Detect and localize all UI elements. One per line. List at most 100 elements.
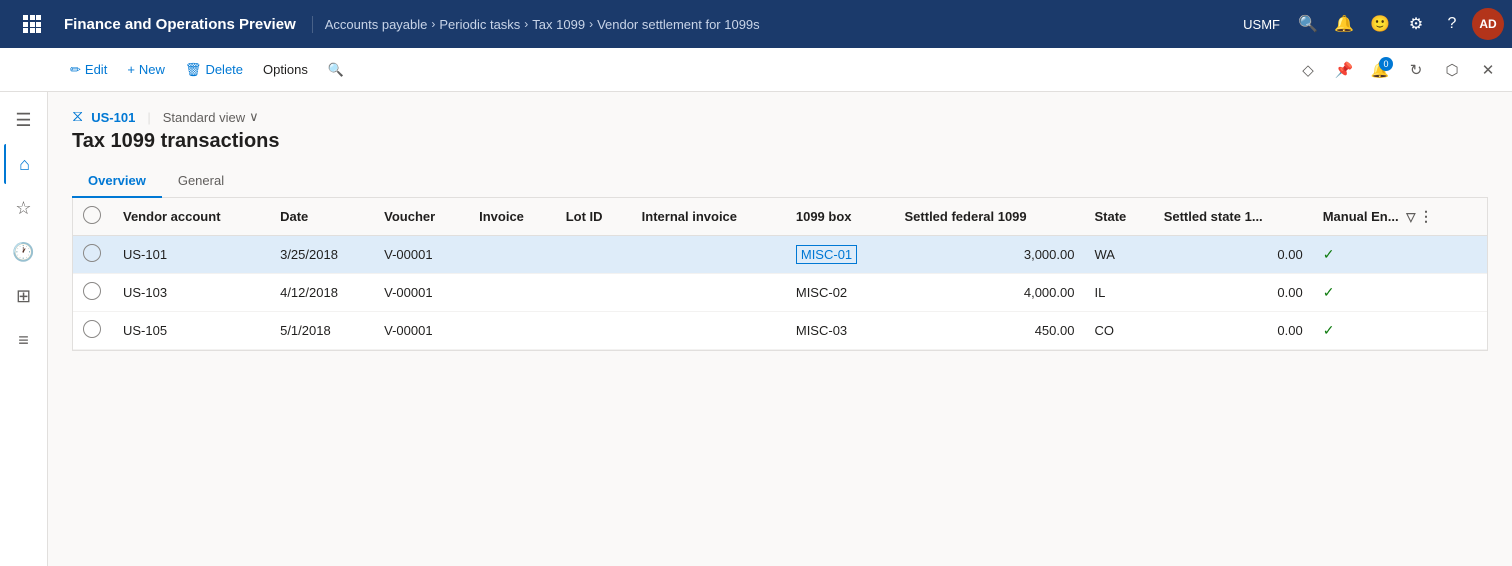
user-avatar[interactable]: AD: [1472, 8, 1504, 40]
header-divider: |: [147, 110, 150, 125]
settled-state-cell: 0.00: [1154, 236, 1313, 274]
sidebar-modules-icon[interactable]: ≡: [4, 320, 44, 360]
action-bar-right: ◇ 📌 🔔 0 ↻ ⬡ ✕: [1292, 54, 1504, 86]
row-select-checkbox[interactable]: [83, 282, 101, 300]
manual-en-cell: ✓: [1313, 236, 1487, 274]
state-cell: IL: [1084, 274, 1153, 312]
breadcrumb-accounts-payable[interactable]: Accounts payable: [325, 17, 428, 32]
row-select-checkbox[interactable]: [83, 320, 101, 338]
top-bar-right-icons: USMF 🔍 🔔 🙂 ⚙ ? AD: [1243, 8, 1504, 40]
row-select-checkbox[interactable]: [83, 244, 101, 262]
filter-icon[interactable]: ⧖: [72, 108, 83, 126]
bookmark-icon[interactable]: 📌: [1328, 54, 1360, 86]
company-label: USMF: [1243, 17, 1280, 32]
row-checkbox-cell: [73, 312, 113, 350]
settings-icon[interactable]: ⚙: [1400, 8, 1432, 40]
manual-en-cell: ✓: [1313, 274, 1487, 312]
table-row[interactable]: US-103 4/12/2018 V-00001 MISC-02 4,000.0…: [73, 274, 1487, 312]
view-selector[interactable]: Standard view ∨: [163, 109, 259, 125]
col-settled-federal: Settled federal 1099: [895, 198, 1085, 236]
help-icon[interactable]: ?: [1436, 8, 1468, 40]
col-checkbox: [73, 198, 113, 236]
col-1099-box: 1099 box: [786, 198, 895, 236]
new-icon: +: [127, 62, 135, 77]
table-row[interactable]: US-105 5/1/2018 V-00001 MISC-03 450.00 C…: [73, 312, 1487, 350]
voucher-cell: V-00001: [374, 274, 469, 312]
sidebar-nav-toggle[interactable]: ☰: [4, 100, 44, 140]
box-1099-cell: MISC-01: [786, 236, 895, 274]
check-mark-icon: ✓: [1323, 284, 1335, 300]
sidebar-workspaces-icon[interactable]: ⊞: [4, 276, 44, 316]
vendor-account-cell: US-105: [113, 312, 270, 350]
breadcrumb-sep-3: ›: [589, 17, 593, 31]
options-button[interactable]: Options: [253, 56, 318, 83]
main-layout: ☰ ⌂ ☆ 🕐 ⊞ ≡ ⧖ US-101 | Standard view ∨ T…: [0, 92, 1512, 566]
lot-id-cell: [556, 274, 632, 312]
col-filter-icon[interactable]: ▽: [1406, 210, 1415, 224]
delete-icon: 🗑: [185, 62, 202, 78]
breadcrumb-tax-1099[interactable]: Tax 1099: [532, 17, 585, 32]
date-cell: 4/12/2018: [270, 274, 374, 312]
sidebar-home-icon[interactable]: ⌂: [4, 144, 44, 184]
tab-overview[interactable]: Overview: [72, 165, 162, 198]
breadcrumb-periodic-tasks[interactable]: Periodic tasks: [439, 17, 520, 32]
page-title: Tax 1099 transactions: [72, 130, 1488, 153]
sidebar-recent-icon[interactable]: 🕐: [4, 232, 44, 272]
internal-invoice-cell: [632, 312, 786, 350]
delete-button[interactable]: 🗑 Delete: [175, 56, 253, 84]
lot-id-cell: [556, 236, 632, 274]
col-settled-state: Settled state 1...: [1154, 198, 1313, 236]
edit-label: Edit: [85, 62, 107, 77]
edit-button[interactable]: ✏ Edit: [60, 56, 117, 84]
col-lot-id: Lot ID: [556, 198, 632, 236]
box-1099-value: MISC-03: [796, 323, 847, 338]
vendor-account-cell: US-101: [113, 236, 270, 274]
top-navigation-bar: Finance and Operations Preview Accounts …: [0, 0, 1512, 48]
view-selector-chevron: ∨: [249, 109, 259, 125]
box-1099-link[interactable]: MISC-01: [796, 245, 857, 264]
content-area: ⧖ US-101 | Standard view ∨ Tax 1099 tran…: [48, 92, 1512, 566]
tab-general[interactable]: General: [162, 165, 240, 198]
breadcrumb: Accounts payable › Periodic tasks › Tax …: [325, 17, 1243, 32]
search-button[interactable]: 🔍: [318, 56, 354, 84]
view-selector-label: Standard view: [163, 110, 245, 125]
table-row[interactable]: US-101 3/25/2018 V-00001 MISC-01 3,000.0…: [73, 236, 1487, 274]
col-internal-invoice: Internal invoice: [632, 198, 786, 236]
state-cell: CO: [1084, 312, 1153, 350]
check-mark-icon: ✓: [1323, 246, 1335, 262]
box-1099-cell: MISC-03: [786, 312, 895, 350]
col-date: Date: [270, 198, 374, 236]
sidebar: ☰ ⌂ ☆ 🕐 ⊞ ≡: [0, 92, 48, 566]
app-title: Finance and Operations Preview: [56, 16, 313, 33]
alerts-icon[interactable]: 🔔 0: [1364, 54, 1396, 86]
breadcrumb-current: Vendor settlement for 1099s: [597, 17, 760, 32]
col-vendor-account: Vendor account: [113, 198, 270, 236]
feedback-icon[interactable]: 🙂: [1364, 8, 1396, 40]
notification-icon[interactable]: 🔔: [1328, 8, 1360, 40]
select-all-checkbox[interactable]: [83, 206, 101, 224]
new-button[interactable]: + New: [117, 56, 175, 83]
options-label: Options: [263, 62, 308, 77]
settled-federal-cell: 3,000.00: [895, 236, 1085, 274]
search-icon[interactable]: 🔍: [1292, 8, 1324, 40]
sidebar-favorites-icon[interactable]: ☆: [4, 188, 44, 228]
lot-id-cell: [556, 312, 632, 350]
voucher-cell: V-00001: [374, 312, 469, 350]
apps-grid-button[interactable]: [8, 0, 56, 48]
personalize-icon[interactable]: ◇: [1292, 54, 1324, 86]
table-header-row: Vendor account Date Voucher Invoice Lot …: [73, 198, 1487, 236]
col-invoice: Invoice: [469, 198, 556, 236]
col-more-icon[interactable]: ⋮: [1419, 208, 1433, 224]
row-checkbox-cell: [73, 274, 113, 312]
open-new-window-icon[interactable]: ⬡: [1436, 54, 1468, 86]
check-mark-icon: ✓: [1323, 322, 1335, 338]
internal-invoice-cell: [632, 236, 786, 274]
state-cell: WA: [1084, 236, 1153, 274]
invoice-cell: [469, 236, 556, 274]
close-icon[interactable]: ✕: [1472, 54, 1504, 86]
box-1099-value: MISC-02: [796, 285, 847, 300]
refresh-icon[interactable]: ↻: [1400, 54, 1432, 86]
col-manual-en: Manual En... ▽ ⋮: [1313, 198, 1487, 236]
date-cell: 3/25/2018: [270, 236, 374, 274]
transactions-table: Vendor account Date Voucher Invoice Lot …: [73, 198, 1487, 350]
